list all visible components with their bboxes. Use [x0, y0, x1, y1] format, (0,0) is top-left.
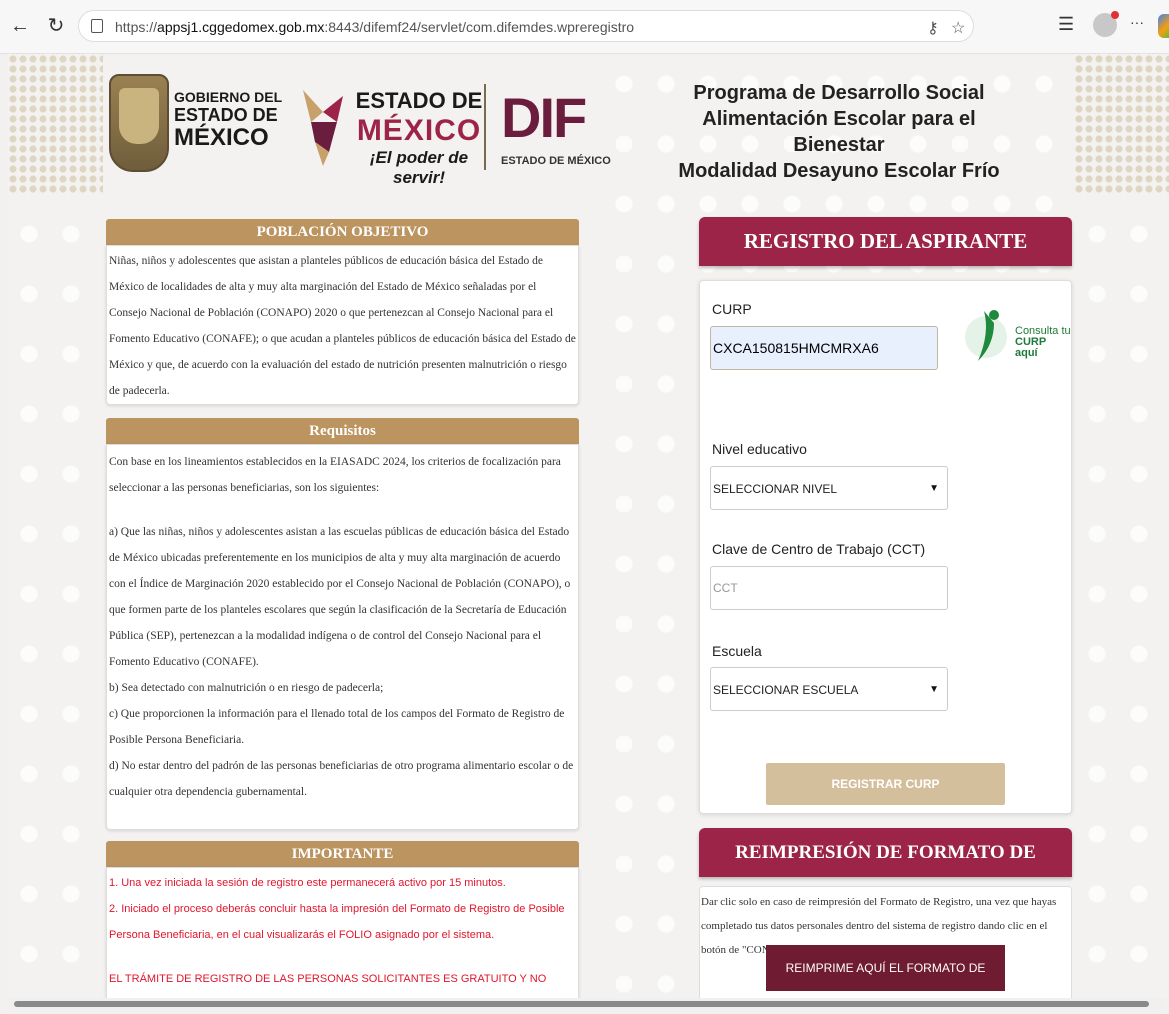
- lock-icon: [91, 19, 103, 33]
- importante-notice: EL TRÁMITE DE REGISTRO DE LAS PERSONAS S…: [109, 973, 547, 985]
- logo-divider: [484, 84, 486, 170]
- copilot-icon[interactable]: [1158, 14, 1169, 38]
- registro-section-title: REGISTRO DEL ASPIRANTE: [699, 217, 1072, 266]
- reimprime-formato-button[interactable]: REIMPRIME AQUÍ EL FORMATO DE REGISTRO: [766, 945, 1005, 991]
- background-pattern-right: [1076, 204, 1169, 998]
- dif-logo: DIF: [501, 86, 587, 149]
- nivel-label: Nivel educativo: [712, 441, 807, 457]
- background-pattern-left: [8, 204, 103, 998]
- dropdown-caret-icon: ▼: [929, 684, 939, 695]
- importante-item-1: 1. Una vez iniciada la sesión de registr…: [109, 877, 506, 889]
- reimpresion-panel: Dar clic solo en caso de reimpresión del…: [699, 886, 1072, 998]
- requisito-a: a) Que las niñas, niños y adolescentes a…: [109, 526, 571, 668]
- scrollbar-thumb[interactable]: [14, 1001, 1149, 1007]
- url-text: https://appsj1.cggedomex.gob.mx:8443/dif…: [115, 19, 635, 35]
- requisito-c: c) Que proporcionen la información para …: [109, 708, 565, 746]
- hummingbird-logo: [303, 90, 343, 166]
- consulta-curp-icon[interactable]: [964, 305, 1008, 365]
- dropdown-caret-icon: ▼: [929, 483, 939, 494]
- requisitos-section-title: Requisitos: [106, 418, 579, 444]
- registro-form: CURP Consulta tu CURP aquí Nivel educati…: [699, 280, 1072, 814]
- favorites-icon[interactable]: ☰: [1058, 14, 1074, 35]
- importante-item-2: 2. Iniciado el proceso deberás concluir …: [109, 903, 565, 941]
- reimpresion-section-title: REIMPRESIÓN DE FORMATO DE REGISTRO: [699, 828, 1072, 912]
- page-content: GOBIERNO DEL ESTADO DE MÉXICO ESTADO DE …: [8, 54, 1169, 998]
- importante-section-body: 1. Una vez iniciada la sesión de registr…: [106, 867, 579, 998]
- requisito-d: d) No estar dentro del padrón de las per…: [109, 760, 574, 798]
- key-icon[interactable]: ⚷: [927, 18, 939, 38]
- browser-toolbar: ← ↻ https://appsj1.cggedomex.gob.mx:8443…: [0, 0, 1169, 54]
- menu-icon[interactable]: ···: [1130, 14, 1144, 30]
- requisitos-intro: Con base en los lineamientos establecido…: [109, 456, 561, 494]
- requisito-b: b) Sea detectado con malnutrición o en r…: [109, 682, 384, 694]
- poblacion-section-body: Niñas, niños y adolescentes que asistan …: [106, 245, 579, 405]
- profile-avatar[interactable]: [1093, 11, 1119, 37]
- dif-logo-subtitle: ESTADO DE MÉXICO: [501, 155, 611, 167]
- curp-input[interactable]: [710, 326, 938, 370]
- back-icon[interactable]: ←: [8, 14, 32, 38]
- curp-label: CURP: [712, 301, 752, 317]
- favorite-star-icon[interactable]: ☆: [951, 18, 965, 38]
- importante-section-title: IMPORTANTE: [106, 841, 579, 867]
- refresh-icon[interactable]: ↻: [44, 14, 68, 38]
- consulta-curp-link[interactable]: Consulta tu CURP aquí: [1015, 326, 1071, 359]
- poblacion-section-title: POBLACIÓN OBJETIVO: [106, 219, 579, 245]
- coat-of-arms-logo: [109, 74, 169, 172]
- nivel-select[interactable]: SELECCIONAR NIVEL ▼: [710, 466, 948, 510]
- registrar-curp-button[interactable]: REGISTRAR CURP: [766, 763, 1005, 805]
- requisitos-section-body: Con base en los lineamientos establecido…: [106, 444, 579, 830]
- escuela-label: Escuela: [712, 643, 762, 659]
- poblacion-text: Niñas, niños y adolescentes que asistan …: [109, 255, 576, 397]
- corner-ornament-left: [8, 54, 103, 194]
- escuela-select[interactable]: SELECCIONAR ESCUELA ▼: [710, 667, 948, 711]
- corner-ornament-right: [1074, 54, 1169, 194]
- address-bar[interactable]: https://appsj1.cggedomex.gob.mx:8443/dif…: [78, 10, 974, 42]
- horizontal-scrollbar[interactable]: [8, 998, 1165, 1010]
- gobierno-logo-text: GOBIERNO DEL ESTADO DE MÉXICO: [174, 89, 283, 151]
- program-title: Programa de Desarrollo Social Alimentaci…: [678, 82, 1000, 182]
- cct-input[interactable]: [710, 566, 948, 610]
- cct-label: Clave de Centro de Trabajo (CCT): [712, 541, 926, 557]
- estado-mexico-logo-text: ESTADO DE MÉXICO ¡El poder de servir!: [355, 88, 483, 187]
